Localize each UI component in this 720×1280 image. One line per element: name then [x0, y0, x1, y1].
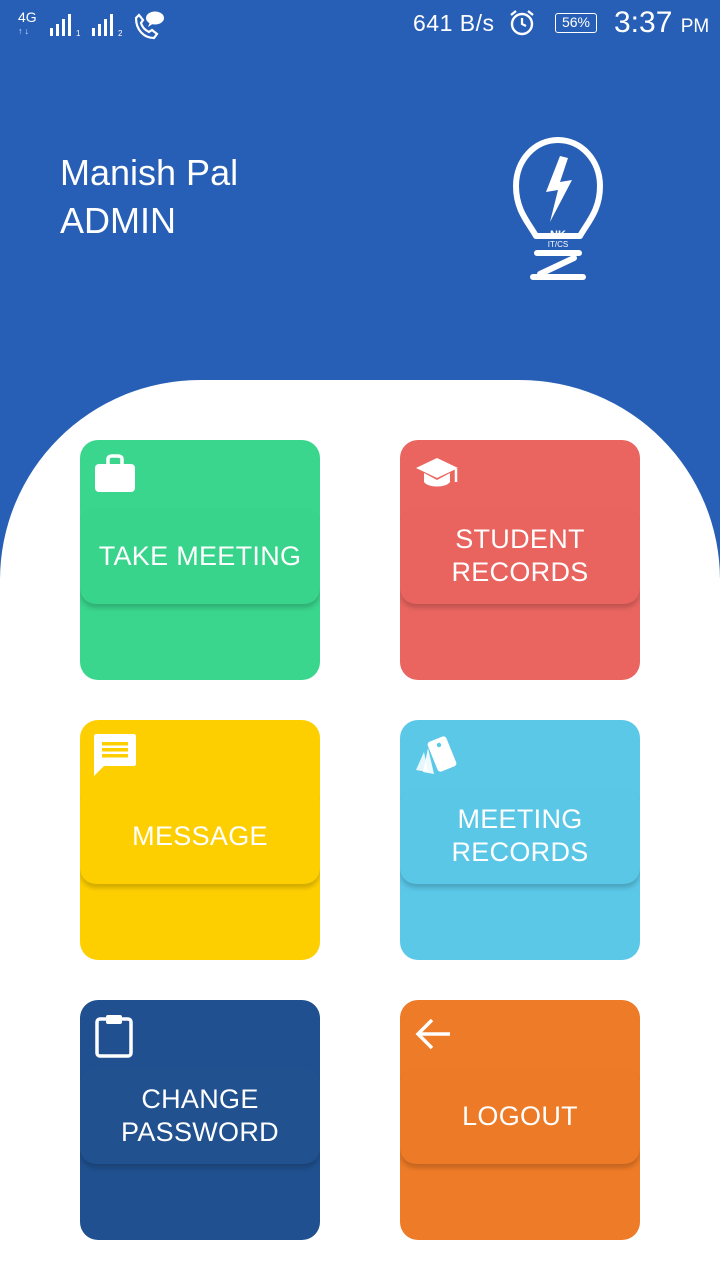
- change-password-label: CHANGE PASSWORD: [121, 1084, 279, 1147]
- meeting-records-button[interactable]: MEETING RECORDS: [400, 720, 640, 960]
- logout-button[interactable]: LOGOUT: [400, 1000, 640, 1240]
- sim2-label: 2: [118, 29, 123, 38]
- signal-sim1-icon: [50, 14, 76, 41]
- user-name: Manish Pal: [60, 152, 239, 193]
- network-activity-icon: ↑↓: [18, 26, 31, 36]
- logout-label: LOGOUT: [462, 1100, 578, 1131]
- clock-ampm: PM: [680, 16, 710, 37]
- take-meeting-button[interactable]: TAKE MEETING: [80, 440, 320, 680]
- student-records-button[interactable]: STUDENT RECORDS: [400, 440, 640, 680]
- message-icon: [94, 734, 136, 781]
- battery-indicator: 56%: [555, 13, 597, 33]
- message-label: MESSAGE: [132, 820, 268, 851]
- alarm-icon: [508, 9, 536, 42]
- signal-sim2-icon: [92, 14, 118, 41]
- clipboard-icon: [94, 1014, 134, 1063]
- take-meeting-label: TAKE MEETING: [98, 540, 302, 571]
- meeting-records-band: MEETING RECORDS: [400, 788, 640, 884]
- logout-band: LOGOUT: [400, 1068, 640, 1164]
- clock: 3:37 PM: [614, 6, 709, 40]
- user-role: ADMIN: [60, 200, 176, 241]
- briefcase-icon: [94, 454, 136, 499]
- message-band: MESSAGE: [80, 788, 320, 884]
- message-button[interactable]: MESSAGE: [80, 720, 320, 960]
- graduation-cap-icon: [414, 454, 460, 499]
- back-arrow-icon: [414, 1014, 454, 1059]
- student-records-label: STUDENT RECORDS: [451, 524, 589, 587]
- call-message-icon: [132, 10, 166, 45]
- take-meeting-band: TAKE MEETING: [80, 508, 320, 604]
- meeting-records-label: MEETING RECORDS: [451, 804, 589, 867]
- clock-time: 3:37: [614, 6, 673, 39]
- change-password-button[interactable]: CHANGE PASSWORD: [80, 1000, 320, 1240]
- data-speed: 641 B/s: [413, 10, 495, 36]
- sim1-label: 1: [76, 29, 81, 38]
- logo-text-bottom: IT/CS: [548, 240, 568, 249]
- status-bar: 4G ↑↓ 1 2 641 B/s 56% 3:37 PM: [0, 0, 720, 50]
- student-records-band: STUDENT RECORDS: [400, 508, 640, 604]
- cards-icon: [414, 734, 460, 781]
- network-type: 4G: [18, 9, 37, 25]
- change-password-band: CHANGE PASSWORD: [80, 1068, 320, 1164]
- bulb-logo-icon: NK IT/CS: [508, 136, 608, 291]
